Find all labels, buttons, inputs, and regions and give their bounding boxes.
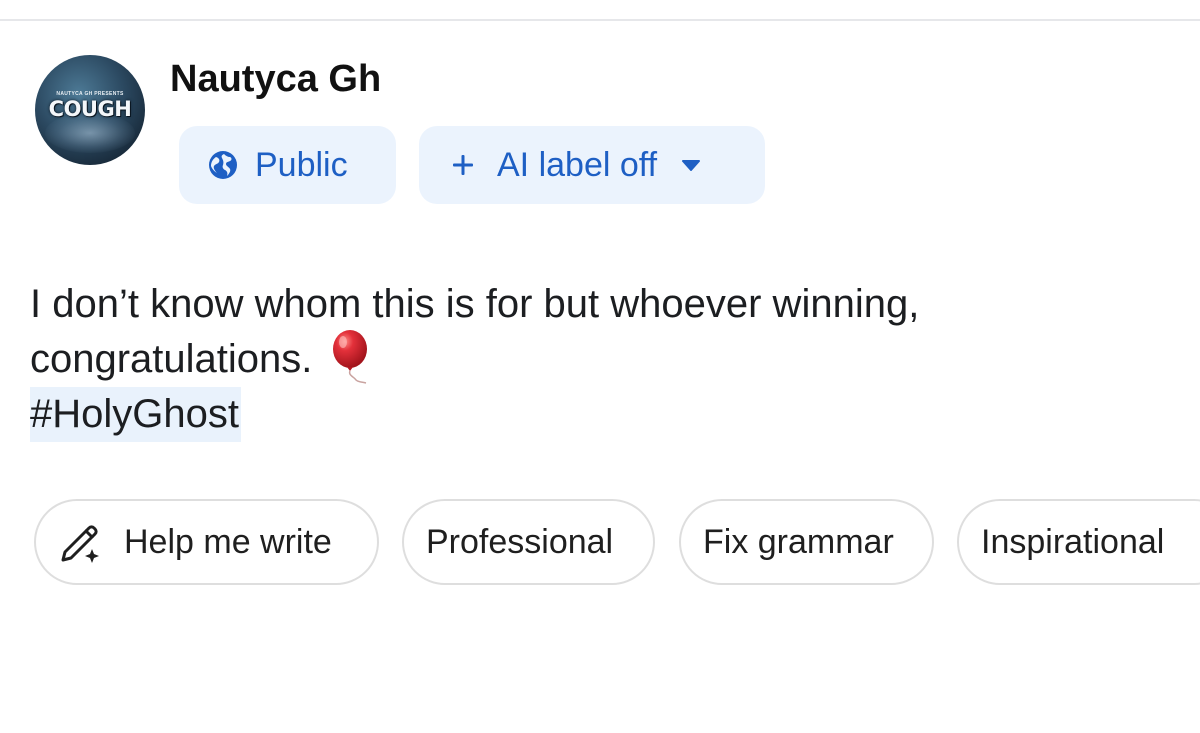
professional-label: Professional bbox=[426, 522, 614, 561]
balloon-icon bbox=[333, 330, 368, 385]
hashtag-link[interactable]: #HolyGhost bbox=[30, 387, 241, 442]
post-body[interactable]: I don’t know whom this is for but whoeve… bbox=[30, 277, 1190, 442]
ai-label-text: AI label off bbox=[497, 145, 658, 184]
post-line-1: I don’t know whom this is for but whoeve… bbox=[30, 282, 920, 326]
inspirational-label: Inspirational bbox=[981, 522, 1165, 561]
fix-grammar-button[interactable]: Fix grammar bbox=[679, 499, 934, 585]
professional-button[interactable]: Professional bbox=[402, 499, 655, 585]
help-me-write-button[interactable]: Help me write bbox=[34, 499, 379, 585]
plus-icon bbox=[453, 155, 473, 175]
ai-label-button[interactable]: AI label off bbox=[419, 126, 765, 204]
audience-button[interactable]: Public bbox=[179, 126, 396, 204]
top-divider bbox=[0, 19, 1200, 21]
globe-icon bbox=[209, 151, 237, 179]
post-line-3: #HolyGhost bbox=[30, 387, 1190, 442]
help-me-write-label: Help me write bbox=[124, 522, 332, 561]
inspirational-button[interactable]: Inspirational bbox=[957, 499, 1200, 585]
audience-label: Public bbox=[255, 145, 348, 184]
fix-grammar-label: Fix grammar bbox=[703, 522, 894, 561]
post-line-2-text: congratulations. bbox=[30, 337, 313, 381]
author-name: Nautyca Gh bbox=[170, 58, 382, 100]
post-line-2: congratulations. bbox=[30, 330, 1190, 387]
caret-down-icon bbox=[682, 160, 701, 171]
pencil-sparkle-icon bbox=[61, 525, 99, 563]
avatar[interactable]: NAUTYCA GH PRESENTS COUGH bbox=[35, 55, 145, 165]
avatar-text: COUGH bbox=[48, 97, 132, 121]
